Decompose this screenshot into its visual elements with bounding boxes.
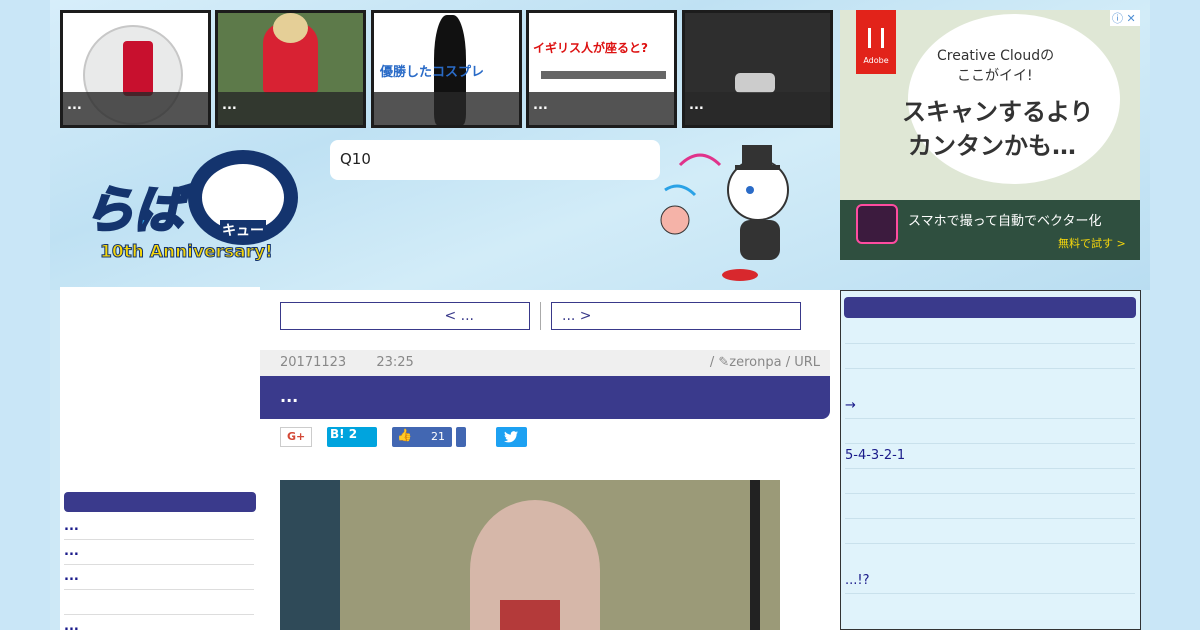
thumb-caption: ...: [218, 92, 363, 125]
right-sidebar-heading: [844, 297, 1136, 318]
ad-bottom-text: スマホで撮って自動でベクター化: [908, 214, 1102, 229]
ad-info-icon[interactable]: ⓘ: [1112, 12, 1123, 25]
article-time: 23:25: [376, 355, 414, 370]
advertisement[interactable]: Adobe Creative Cloudの ここがイイ! スキャンするより カン…: [840, 10, 1140, 260]
ad-headline-line1: スキャンするより: [902, 98, 1094, 126]
like-count: 21: [431, 430, 445, 443]
photo-pole: [750, 480, 760, 630]
cola-can-image: [123, 41, 153, 96]
left-sidebar-item[interactable]: ...: [64, 540, 254, 565]
next-article-button[interactable]: ... >: [551, 302, 801, 330]
ad-close-icon[interactable]: ✕: [1127, 12, 1136, 25]
article-meta: 20171123 23:25 / ✎zeronpa / URL: [260, 350, 830, 376]
adobe-a-icon: [868, 28, 884, 48]
right-sidebar-item[interactable]: ...!?: [845, 569, 1135, 594]
ad-choices[interactable]: ⓘ ✕: [1110, 10, 1140, 26]
thumb-caption: ...: [685, 92, 830, 125]
ad-bubble-line2: ここがイイ!: [957, 68, 1033, 84]
right-sidebar-item[interactable]: [845, 319, 1135, 344]
article-column: < ... ... > 20171123 23:25 / ✎zeronpa / …: [260, 290, 840, 630]
article-date: 20171123: [280, 355, 347, 370]
ad-cta-link[interactable]: 無料で試す >: [1058, 235, 1126, 251]
hair-image: [273, 13, 308, 43]
facebook-like-button[interactable]: 👍 21: [392, 427, 452, 447]
logo-text: らば: [83, 180, 186, 241]
car-image: [735, 73, 775, 93]
thumb-banner: イギリス人が座ると?: [533, 41, 648, 55]
right-sidebar-item[interactable]: [845, 419, 1135, 444]
right-sidebar-item[interactable]: [845, 344, 1135, 369]
thumb-5[interactable]: ...: [682, 10, 833, 128]
thumbs-up-icon: 👍: [397, 428, 412, 442]
left-sidebar-item[interactable]: ...: [64, 515, 254, 540]
photo-left-region: [280, 480, 340, 630]
right-sidebar: → 5-4-3-2-1 ...!?: [840, 290, 1141, 630]
article-author-meta[interactable]: / ✎zeronpa / URL: [710, 355, 820, 370]
left-sidebar-item[interactable]: ...: [64, 615, 254, 630]
thumb-caption: ...: [529, 92, 674, 125]
mascot-illustration: [650, 135, 820, 285]
ad-bubble-line1: Creative Cloudの: [937, 48, 1055, 64]
page-background-left: [0, 0, 50, 630]
search-input[interactable]: Q10: [330, 140, 660, 180]
site-logo[interactable]: らば キュー 10th Anniversary!: [78, 148, 308, 270]
left-sidebar: ... ... ... ...: [60, 287, 260, 630]
article-photo[interactable]: [280, 480, 780, 630]
right-sidebar-item[interactable]: [845, 519, 1135, 544]
nav-divider: [540, 302, 541, 330]
left-sidebar-item[interactable]: ...: [64, 565, 254, 590]
google-plus-button[interactable]: G+: [280, 427, 312, 447]
hatena-bookmark-button[interactable]: B! 2: [327, 427, 377, 447]
thumb-caption: ...: [63, 92, 208, 125]
left-sidebar-item[interactable]: [64, 590, 254, 615]
logo-anniversary: 10th Anniversary!: [100, 242, 274, 263]
twitter-bird-icon: [504, 431, 518, 443]
right-sidebar-item[interactable]: →: [845, 394, 1135, 419]
left-sidebar-heading: [64, 492, 256, 512]
thumb-4[interactable]: イギリス人が座ると? ...: [526, 10, 677, 128]
right-sidebar-item[interactable]: 5-4-3-2-1: [845, 444, 1135, 469]
bench-image: [541, 71, 666, 79]
ad-headline-line2: カンタンかも…: [908, 132, 1076, 160]
right-sidebar-item[interactable]: [845, 494, 1135, 519]
pixelated-red-region: [500, 600, 560, 630]
facebook-share-button[interactable]: [456, 427, 466, 447]
right-sidebar-item[interactable]: [845, 469, 1135, 494]
thumb-caption: [374, 92, 519, 125]
page-background-right: [1150, 0, 1200, 630]
adobe-capture-icon: [856, 204, 898, 244]
twitter-button[interactable]: [496, 427, 527, 447]
thumb-2[interactable]: ...: [215, 10, 366, 128]
logo-kana: キュー: [220, 220, 266, 240]
adobe-brand: Adobe: [863, 56, 889, 65]
prev-article-button[interactable]: < ...: [280, 302, 530, 330]
thumb-1[interactable]: ...: [60, 10, 211, 128]
thumb-3[interactable]: 優勝したコスプレ: [371, 10, 522, 128]
thumb-banner: 優勝したコスプレ: [380, 65, 485, 80]
article-title: ...: [260, 376, 830, 419]
